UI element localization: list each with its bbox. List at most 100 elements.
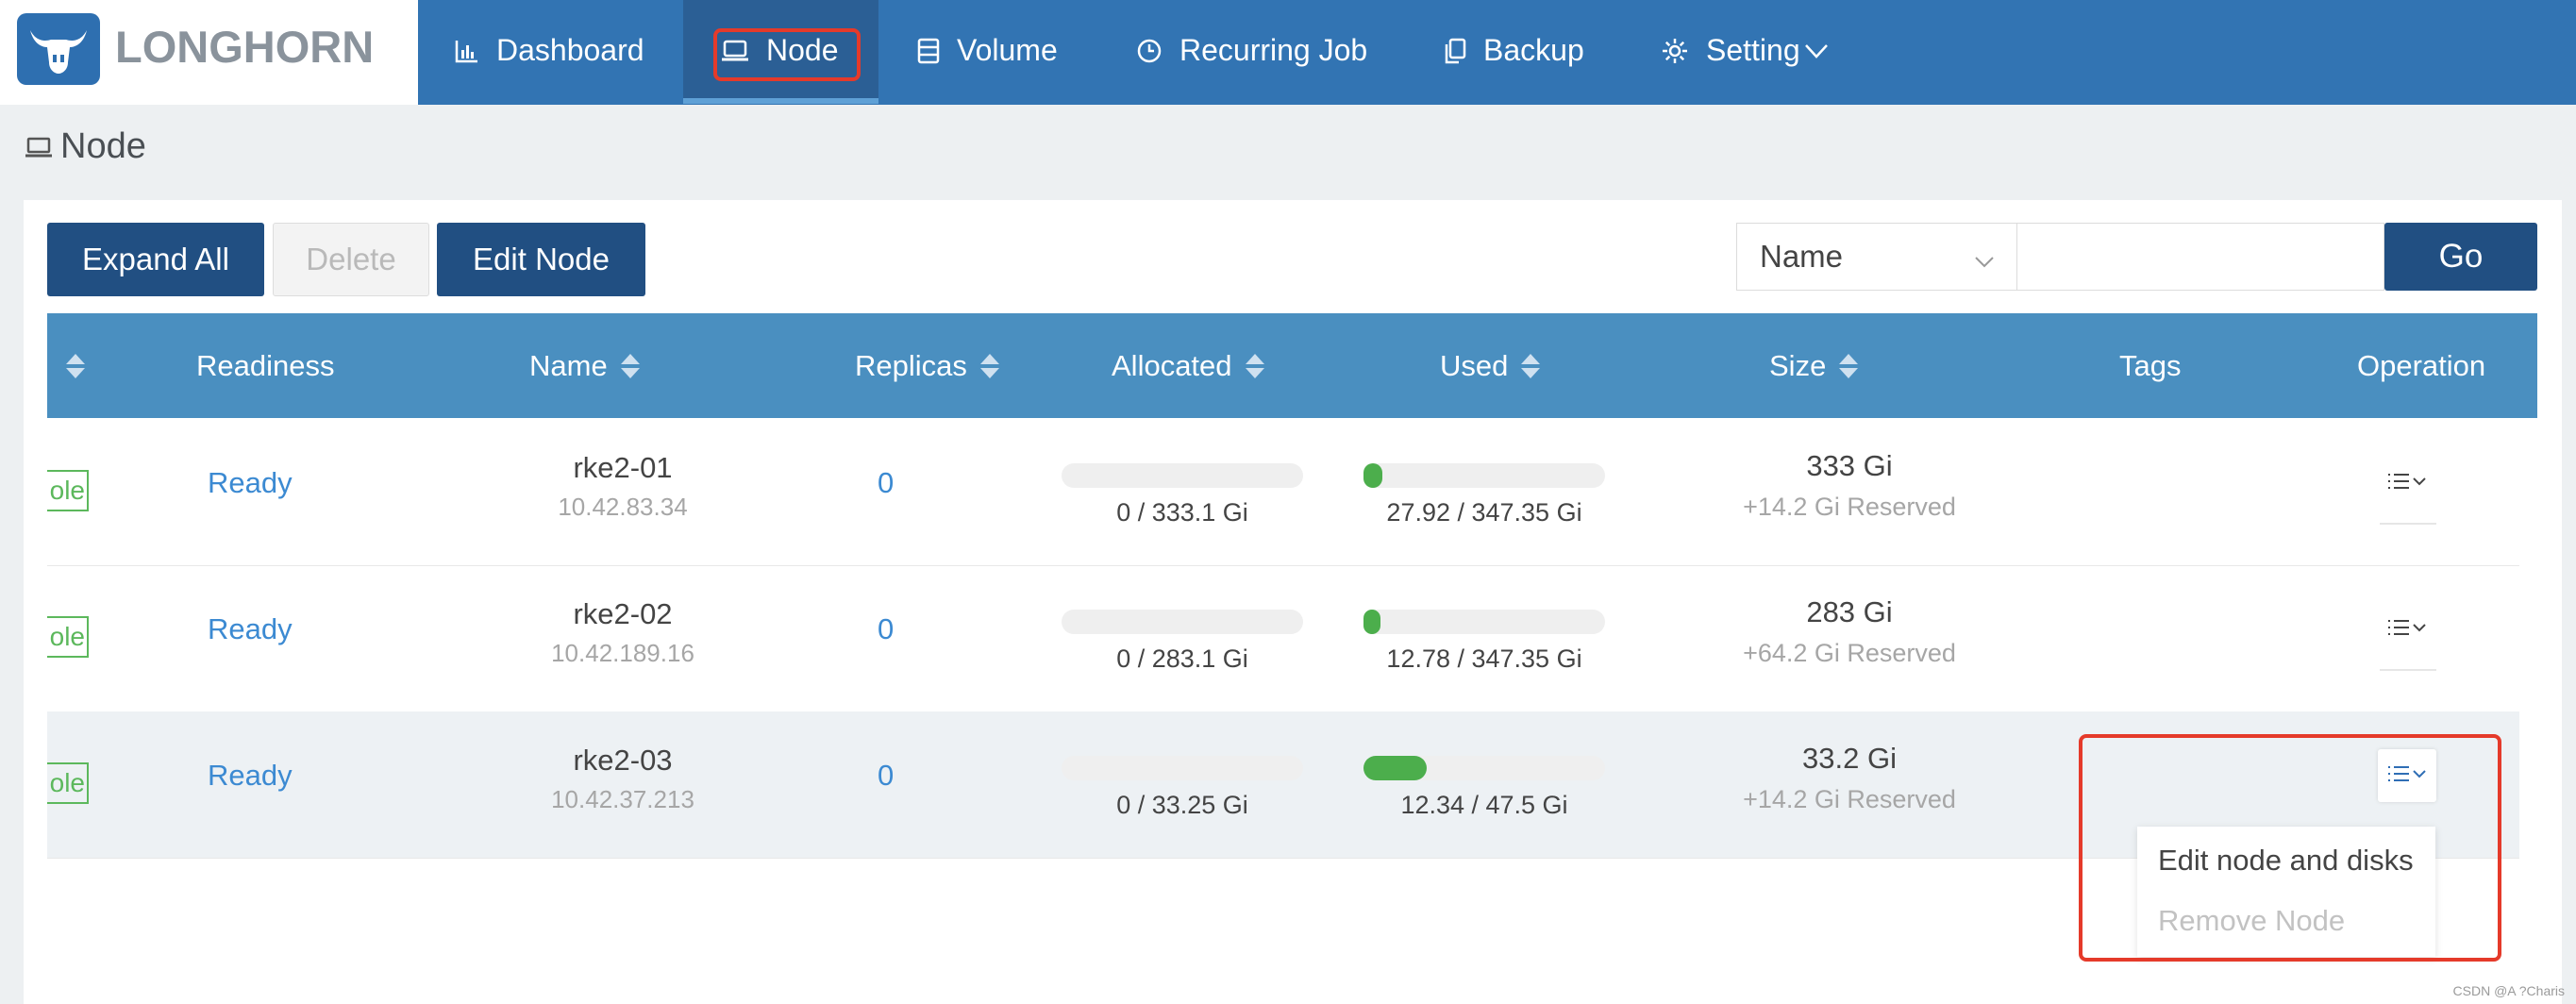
operation-divider (2380, 523, 2436, 525)
gear-icon (1661, 37, 1689, 65)
search-field-select[interactable]: Name (1736, 223, 2017, 291)
replicas-link[interactable]: 0 (878, 612, 894, 646)
allocated-text: 0 / 333.1 Gi (1116, 498, 1248, 527)
column-size[interactable]: Size (1769, 313, 1859, 418)
size-cell: 333 Gi +14.2 Gi Reserved (1689, 449, 2010, 522)
node-name-cell: rke2-02 10.42.189.16 (491, 597, 755, 668)
column-readiness: Readiness (196, 313, 334, 418)
replicas-link[interactable]: 0 (878, 466, 894, 500)
used-text: 27.92 / 347.35 Gi (1386, 498, 1582, 527)
nav-setting[interactable]: Setting (1661, 0, 1829, 101)
nav-setting-label: Setting (1706, 33, 1800, 67)
used-text: 12.78 / 347.35 Gi (1386, 644, 1582, 673)
node-ip: 10.42.83.34 (558, 493, 688, 521)
sort-icon (620, 353, 640, 378)
table-row: ole Ready rke2-01 10.42.83.34 0 0 / 333.… (47, 419, 2519, 566)
size-cell: 33.2 Gi +14.2 Gi Reserved (1689, 742, 2010, 814)
logo[interactable]: LONGHORN (0, 0, 418, 105)
used-bar (1363, 463, 1605, 488)
size-reserved: +64.2 Gi Reserved (1743, 639, 1956, 667)
size-value: 33.2 Gi (1802, 742, 1897, 775)
search-field-value: Name (1760, 239, 1844, 274)
nav-volume-label: Volume (957, 33, 1058, 67)
delete-button[interactable]: Delete (273, 223, 429, 296)
allocated-text: 0 / 283.1 Gi (1116, 644, 1248, 673)
chevron-down-icon (1973, 244, 1996, 280)
database-icon (917, 38, 940, 64)
readiness-link[interactable]: Ready (208, 612, 293, 646)
chevron-down-icon (1804, 42, 1829, 59)
size-value: 333 Gi (1806, 449, 1893, 482)
page-title: Node (25, 126, 146, 167)
longhorn-logo-icon (17, 13, 100, 85)
column-used[interactable]: Used (1440, 313, 1541, 418)
used-bar (1363, 610, 1605, 634)
copy-icon (1444, 38, 1466, 64)
column-replicas[interactable]: Replicas (855, 313, 999, 418)
nav-dashboard[interactable]: Dashboard (455, 0, 644, 101)
bar-chart-icon (455, 39, 479, 63)
size-reserved: +14.2 Gi Reserved (1743, 493, 1956, 521)
clock-icon (1136, 38, 1163, 64)
chevron-down-icon (2411, 475, 2428, 493)
allocated-bar (1062, 610, 1303, 634)
nav-recurring-job[interactable]: Recurring Job (1136, 0, 1367, 101)
node-ip: 10.42.37.213 (551, 785, 694, 813)
status-sort[interactable] (53, 313, 85, 418)
column-tags: Tags (2119, 313, 2181, 418)
used-bar-fill (1363, 463, 1383, 488)
column-size-label: Size (1769, 348, 1827, 382)
sort-icon (1245, 353, 1264, 378)
table-row: ole Ready rke2-02 10.42.189.16 0 0 / 283… (47, 565, 2519, 712)
node-name-cell: rke2-03 10.42.37.213 (491, 744, 755, 814)
nav-backup-label: Backup (1483, 33, 1584, 67)
used-text: 12.34 / 47.5 Gi (1400, 791, 1568, 819)
column-allocated[interactable]: Allocated (1112, 313, 1264, 418)
nav-backup[interactable]: Backup (1444, 0, 1584, 101)
column-operation-label: Operation (2357, 348, 2486, 382)
node-name[interactable]: rke2-01 (491, 451, 755, 485)
column-name-label: Name (529, 348, 608, 382)
allocated-bar (1062, 463, 1303, 488)
nav-node-highlight (713, 28, 861, 81)
chevron-down-icon (2411, 621, 2428, 639)
node-ip: 10.42.189.16 (551, 639, 694, 667)
allocated-text: 0 / 33.25 Gi (1116, 791, 1248, 819)
go-button[interactable]: Go (2384, 223, 2537, 291)
used-bar-fill (1363, 756, 1427, 780)
watermark: CSDN @A ?Charis (2452, 983, 2565, 998)
node-name[interactable]: rke2-02 (491, 597, 755, 631)
page-title-text: Node (60, 126, 146, 166)
column-readiness-label: Readiness (196, 348, 335, 382)
readiness-link[interactable]: Ready (208, 466, 293, 500)
readiness-link[interactable]: Ready (208, 759, 293, 793)
operation-menu-button[interactable] (2378, 457, 2436, 510)
sort-icon (979, 353, 999, 378)
allocated-bar (1062, 756, 1303, 780)
status-badge: ole (47, 762, 89, 804)
list-icon (2386, 617, 2411, 643)
column-name[interactable]: Name (529, 313, 640, 418)
edit-node-button[interactable]: Edit Node (437, 223, 645, 296)
used-bar-fill (1363, 610, 1380, 634)
operation-menu-button[interactable] (2378, 603, 2436, 656)
size-cell: 283 Gi +64.2 Gi Reserved (1689, 595, 2010, 668)
status-badge: ole (47, 616, 89, 658)
nav-dashboard-label: Dashboard (496, 33, 644, 67)
search-input[interactable] (2016, 223, 2384, 291)
used-bar (1363, 756, 1605, 780)
laptop-icon (25, 135, 53, 159)
status-badge: ole (47, 470, 89, 511)
logo-text: LONGHORN (115, 22, 375, 72)
nav-volume[interactable]: Volume (917, 0, 1058, 101)
nav-recurring-job-label: Recurring Job (1179, 33, 1368, 67)
sort-icon (1521, 353, 1541, 378)
expand-all-button[interactable]: Expand All (47, 223, 264, 296)
size-reserved: +14.2 Gi Reserved (1743, 785, 1956, 813)
list-icon (2386, 471, 2411, 496)
table-header: Readiness Name Replicas Allocated Used S… (47, 313, 2537, 418)
replicas-link[interactable]: 0 (878, 759, 894, 793)
node-name[interactable]: rke2-03 (491, 744, 755, 778)
sort-icon (66, 353, 85, 378)
operation-highlight (2079, 734, 2501, 962)
